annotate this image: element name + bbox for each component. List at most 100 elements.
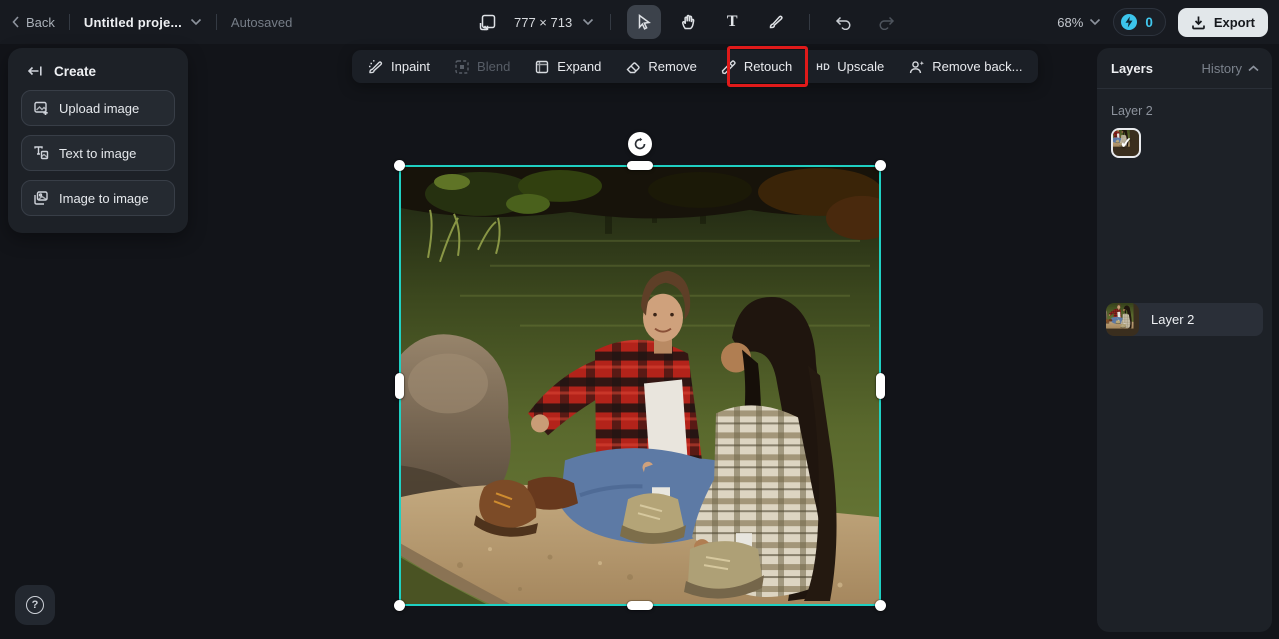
resize-canvas-button[interactable] [470,5,504,39]
create-panel: Create Upload image Text to image Image … [8,48,188,233]
project-name[interactable]: Untitled proje... [84,15,182,30]
redo-icon [878,14,896,30]
credits-badge[interactable]: 0 [1113,8,1166,36]
layer-name: Layer 2 [1151,312,1194,327]
text-to-image-icon [33,145,49,161]
rotate-handle[interactable] [628,132,652,156]
rotate-icon [633,137,647,151]
expand-button[interactable]: Expand [534,59,601,75]
remove-label: Remove [648,59,696,74]
undo-button[interactable] [826,5,860,39]
chevron-up-icon [1248,65,1259,72]
divider [216,14,217,30]
back-button[interactable]: Back [12,15,55,30]
hand-tool-button[interactable] [671,5,705,39]
resize-handle-bottom-right[interactable] [875,600,886,611]
divider [809,14,810,30]
help-button[interactable]: ? [15,585,55,625]
upscale-label: Upscale [837,59,884,74]
resize-canvas-icon [479,14,496,31]
brush-tool-button[interactable] [759,5,793,39]
create-panel-buttons: Upload image Text to image Image to imag… [8,90,188,216]
resize-handle-top-right[interactable] [875,160,886,171]
chevron-down-icon [1089,18,1101,26]
zoom-level: 68% [1057,15,1083,30]
redo-button[interactable] [870,5,904,39]
retouch-button[interactable]: Retouch [721,59,792,75]
credits-coin-icon [1120,13,1138,31]
back-label: Back [26,15,55,30]
collapse-panel-icon[interactable] [27,63,43,79]
cursor-icon [636,14,652,30]
download-icon [1191,15,1206,30]
remove-background-button[interactable]: Remove back... [908,59,1022,75]
photo-couple-by-lake [400,166,880,605]
inpaint-label: Inpaint [391,59,430,74]
tab-layers[interactable]: Layers [1111,61,1153,76]
divider [69,14,70,30]
resize-handle-bottom-left[interactable] [394,600,405,611]
layer-row-selected[interactable]: Layer 2 [1106,303,1263,336]
image-to-image-label: Image to image [59,191,149,206]
top-bar: Back Untitled proje... Autosaved 777 × 7… [0,0,1279,44]
remove-background-label: Remove back... [932,59,1022,74]
layer-group-label: Layer 2 [1097,89,1272,128]
text-to-image-button[interactable]: Text to image [21,135,175,171]
history-state-thumbnail[interactable]: ✓ [1111,128,1141,158]
chevron-down-icon[interactable] [582,18,594,26]
top-bar-left: Back Untitled proje... Autosaved [12,0,292,44]
hd-icon: HD [816,62,830,72]
text-tool-icon: T [727,13,738,31]
export-button[interactable]: Export [1178,8,1268,37]
resize-handle-right[interactable] [876,373,885,399]
blend-label: Blend [477,59,510,74]
blend-button[interactable]: Blend [454,59,510,75]
inpaint-button[interactable]: Inpaint [367,58,430,75]
layer-thumbnail-image [1106,303,1139,336]
retouch-icon [721,59,737,75]
divider [610,14,611,30]
hand-icon [680,14,696,30]
export-label: Export [1214,15,1255,30]
history-label: History [1202,61,1242,76]
help-glyph: ? [32,599,39,611]
chevron-down-icon[interactable] [190,18,202,26]
upload-image-icon [33,100,49,116]
tab-history[interactable]: History [1202,61,1259,76]
eraser-icon [625,59,641,75]
remove-button[interactable]: Remove [625,59,696,75]
canvas-size-label[interactable]: 777 × 713 [514,15,572,30]
blend-icon [454,59,470,75]
resize-handle-top-left[interactable] [394,160,405,171]
top-bar-center: 777 × 713 T [470,0,904,44]
resize-handle-bottom[interactable] [627,601,653,610]
help-icon: ? [26,596,44,614]
text-to-image-label: Text to image [59,146,136,161]
select-tool-button[interactable] [627,5,661,39]
inpaint-icon [367,58,384,75]
chevron-left-icon [12,16,20,28]
credits-count: 0 [1145,15,1153,30]
expand-icon [534,59,550,75]
brush-icon [768,14,784,30]
remove-background-icon [908,59,925,75]
image-to-image-button[interactable]: Image to image [21,180,175,216]
upscale-button[interactable]: HD Upscale [816,59,884,74]
zoom-control[interactable]: 68% [1057,15,1101,30]
check-icon: ✓ [1113,130,1139,156]
undo-icon [834,14,852,30]
layers-panel-header: Layers History [1097,48,1272,89]
resize-handle-left[interactable] [395,373,404,399]
create-panel-header: Create [8,48,188,90]
resize-handle-top[interactable] [627,161,653,170]
text-tool-button[interactable]: T [715,5,749,39]
upload-image-button[interactable]: Upload image [21,90,175,126]
create-panel-title: Create [54,64,96,79]
image-editor-app: Back Untitled proje... Autosaved 777 × 7… [0,0,1279,639]
edit-toolbar: Inpaint Blend Expand Remove Retouch HD U… [352,50,1038,83]
expand-label: Expand [557,59,601,74]
selected-image-layer[interactable] [400,166,880,605]
image-to-image-icon [33,190,49,206]
autosaved-status: Autosaved [231,15,292,30]
canvas-stage[interactable] [0,44,1279,639]
